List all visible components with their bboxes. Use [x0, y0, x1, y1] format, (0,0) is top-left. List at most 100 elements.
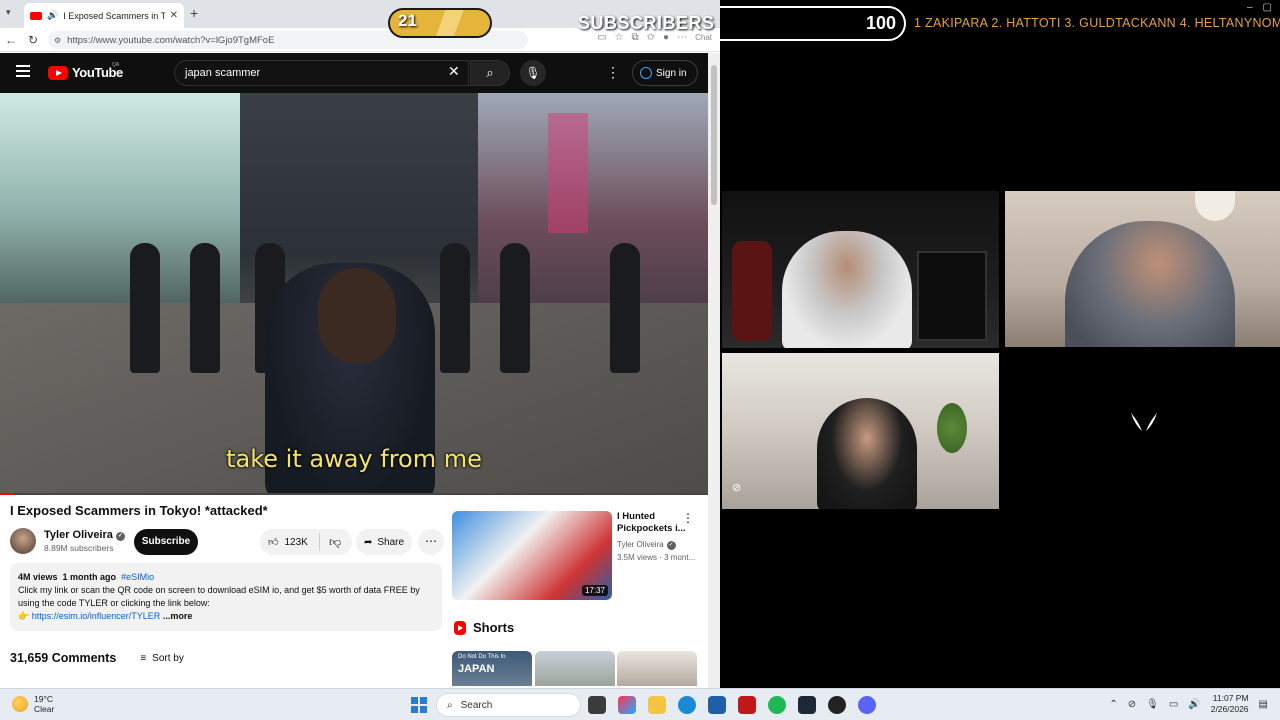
channel-row: Tyler Oliveira ✓ 8.89M subscribers Subscr… — [10, 527, 444, 557]
recommended-thumbnail[interactable]: 17:37 — [452, 511, 612, 600]
video-player[interactable]: take it away from me — [0, 93, 708, 493]
windows-start-icon[interactable] — [411, 697, 427, 713]
ticker-text: 1 ZAKIPARA 2. HATTOTI 3. GULDTACKANN 4. … — [914, 16, 1280, 30]
file-explorer-icon[interactable] — [648, 696, 666, 714]
like-button[interactable]: 👍︎ 123K — [260, 533, 320, 551]
youtube-favicon-icon — [30, 11, 42, 20]
weather-widget[interactable]: 19°C Clear — [12, 694, 54, 714]
channel-name: Tyler Oliveira — [44, 529, 113, 541]
page-scrollbar[interactable] — [708, 53, 720, 688]
recommended-video[interactable]: 17:37 I Hunted Pickpockets i... Tyler Ol… — [452, 511, 700, 601]
subscribe-button[interactable]: Subscribe — [134, 529, 198, 555]
thumbs-up-icon: 👍︎ — [268, 537, 279, 548]
store-icon[interactable] — [708, 696, 726, 714]
description-text: Click my link or scan the QR code on scr… — [18, 585, 420, 608]
share-label: Share — [377, 536, 405, 548]
sort-comments-button[interactable]: ≡ Sort by — [140, 653, 184, 664]
task-view-icon[interactable] — [588, 696, 606, 714]
webcam-feed-3: ⊘ — [722, 353, 999, 509]
microphone-icon[interactable]: 🎙 — [1146, 699, 1159, 710]
upload-age: 1 month ago — [62, 572, 117, 582]
short-video[interactable]: Do Not Do This In JAPAN — [452, 651, 532, 686]
close-tab-icon[interactable]: ✕ — [170, 10, 178, 21]
short-overlay-text: Do Not Do This In — [458, 654, 506, 660]
taskbar-search-label: Search — [460, 699, 493, 711]
like-dislike-group: 👍︎ 123K 👎︎ — [260, 529, 352, 555]
edge-browser-icon[interactable] — [678, 696, 696, 714]
audio-playing-icon[interactable]: 🔊 — [47, 10, 58, 21]
tab-youtube[interactable]: 🔊 I Exposed Scammers in Tokyo! ✕ — [24, 3, 184, 28]
youtube-header: YouTube QA japan scammer ✕ ⌕ 🎙 ⋮ Sign in — [0, 53, 720, 93]
maximize-icon[interactable]: ▢ — [1263, 2, 1272, 13]
recommended-stats: 3.5M views · 3 mont... — [617, 553, 696, 562]
verified-icon: ✓ — [115, 532, 125, 541]
subscriber-count-overlay: 21 — [398, 11, 417, 30]
sort-icon: ≡ — [140, 652, 147, 664]
subscriber-goal-overlay: 21 SUBSCRIBERS — [388, 6, 718, 40]
moon-weather-icon — [12, 696, 28, 712]
clock-date: 2/26/2026 — [1210, 704, 1249, 714]
more-actions-button[interactable]: ⋯ — [418, 529, 444, 555]
acrobat-icon[interactable] — [738, 696, 756, 714]
search-button[interactable]: ⌕ — [470, 60, 510, 86]
short-video[interactable] — [535, 651, 615, 686]
scrollbar-thumb[interactable] — [711, 65, 717, 205]
view-count: 4M views — [18, 572, 58, 582]
notification-center-icon[interactable]: ▤ — [1259, 699, 1268, 710]
spotify-icon[interactable] — [768, 696, 786, 714]
subscriber-label-overlay: SUBSCRIBERS — [578, 13, 715, 33]
sort-label: Sort by — [152, 652, 184, 664]
recommended-channel: Tyler Oliveira ✓ — [617, 540, 676, 550]
show-more-button[interactable]: ...more — [163, 611, 193, 621]
copilot-app-icon[interactable] — [618, 696, 636, 714]
temperature: 19°C — [34, 694, 53, 704]
show-hidden-icons[interactable]: ⌃ — [1109, 699, 1117, 710]
video-caption: take it away from me — [226, 445, 482, 473]
steam-icon[interactable] — [798, 696, 816, 714]
window-controls: – ▢ — [1247, 2, 1272, 13]
webcam-feed-2 — [1005, 191, 1280, 347]
tab-title: I Exposed Scammers in Tokyo! — [63, 10, 165, 21]
reload-icon[interactable]: ↻ — [22, 33, 44, 47]
channel-name-link[interactable]: Tyler Oliveira ✓ — [44, 529, 125, 541]
tab-actions-icon[interactable]: ▾ — [6, 7, 11, 18]
description-link[interactable]: https://esim.io/influencer/TYLER — [32, 611, 161, 621]
like-count: 123K — [284, 536, 308, 548]
dislike-button[interactable]: 👎︎ — [320, 535, 341, 550]
search-input[interactable]: japan scammer — [174, 60, 469, 86]
short-video[interactable] — [617, 651, 697, 686]
channel-avatar[interactable] — [10, 528, 36, 554]
network-icon[interactable]: ▭ — [1169, 699, 1178, 710]
obs-icon[interactable] — [828, 696, 846, 714]
site-info-icon[interactable]: ⚙ — [54, 36, 61, 45]
sign-in-button[interactable]: Sign in — [632, 60, 698, 86]
system-clock[interactable]: 11:07 PM 2/26/2026 — [1211, 693, 1249, 715]
thumbs-down-icon: 👎︎ — [329, 534, 342, 549]
recommended-title[interactable]: I Hunted Pickpockets i... — [617, 511, 687, 535]
volume-icon[interactable]: 🔊 — [1188, 699, 1200, 710]
comment-count: 31,659 Comments — [10, 651, 117, 665]
menu-icon[interactable] — [16, 65, 30, 77]
clear-search-icon[interactable]: ✕ — [448, 63, 460, 80]
user-icon — [640, 67, 652, 79]
webcam-feed-1 — [722, 191, 999, 348]
region-code: QA — [112, 62, 120, 68]
minimize-icon[interactable]: – — [1247, 2, 1253, 13]
discord-icon[interactable] — [858, 696, 876, 714]
notifications-off-icon[interactable]: ⊘ — [1128, 699, 1136, 710]
hashtag-link[interactable]: #eSIMio — [121, 572, 154, 582]
settings-menu-icon[interactable]: ⋮ — [606, 64, 620, 81]
short-overlay-title: JAPAN — [458, 663, 495, 675]
video-progress-bar[interactable] — [0, 493, 708, 495]
taskbar-search[interactable]: ⌕ Search — [436, 693, 581, 717]
share-button[interactable]: ➦ Share — [356, 529, 412, 555]
back-icon[interactable]: ← — [0, 33, 22, 47]
share-icon: ➦ — [363, 536, 373, 548]
subscriber-goal-target: 100 — [720, 6, 906, 41]
verified-icon: ✓ — [666, 541, 676, 550]
description-box[interactable]: 4M views 1 month ago #eSIMio Click my li… — [10, 563, 442, 631]
subscriber-count: 8.89M subscribers — [44, 543, 114, 553]
new-tab-icon[interactable]: + — [190, 5, 198, 21]
voice-search-icon[interactable]: 🎙 — [520, 60, 546, 86]
recommendation-menu-icon[interactable]: ⋮ — [682, 511, 694, 525]
